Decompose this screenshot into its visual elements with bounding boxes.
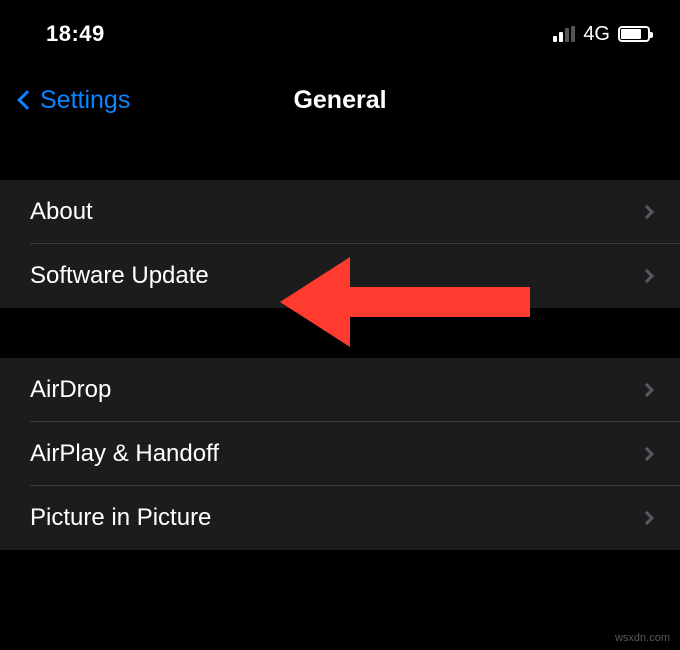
section-gap: [0, 130, 680, 180]
list-group-1: About Software Update: [0, 180, 680, 308]
list-item-about[interactable]: About: [0, 180, 680, 244]
back-label: Settings: [40, 86, 130, 115]
list-item-software-update[interactable]: Software Update: [0, 244, 680, 308]
list-item-airplay-handoff[interactable]: AirPlay & Handoff: [0, 422, 680, 486]
list-item-airdrop[interactable]: AirDrop: [0, 358, 680, 422]
chevron-right-icon: [640, 269, 654, 283]
chevron-right-icon: [640, 205, 654, 219]
list-item-label: AirDrop: [30, 376, 111, 404]
signal-icon: [553, 26, 575, 42]
list-item-label: Software Update: [30, 262, 209, 290]
status-indicators: 4G: [553, 23, 650, 46]
chevron-right-icon: [640, 447, 654, 461]
list-item-label: About: [30, 198, 93, 226]
list-item-picture-in-picture[interactable]: Picture in Picture: [0, 486, 680, 550]
network-label: 4G: [583, 23, 610, 46]
back-button[interactable]: Settings: [20, 86, 130, 115]
page-title: General: [293, 86, 386, 115]
chevron-right-icon: [640, 511, 654, 525]
section-gap: [0, 308, 680, 358]
list-item-label: AirPlay & Handoff: [30, 440, 219, 468]
list-item-label: Picture in Picture: [30, 504, 211, 532]
list-group-2: AirDrop AirPlay & Handoff Picture in Pic…: [0, 358, 680, 550]
watermark: wsxdn.com: [615, 632, 670, 644]
status-bar: 18:49 4G: [0, 0, 680, 60]
chevron-left-icon: [17, 90, 37, 110]
battery-icon: [618, 26, 650, 42]
chevron-right-icon: [640, 383, 654, 397]
status-time: 18:49: [46, 21, 105, 47]
navigation-bar: Settings General: [0, 70, 680, 130]
